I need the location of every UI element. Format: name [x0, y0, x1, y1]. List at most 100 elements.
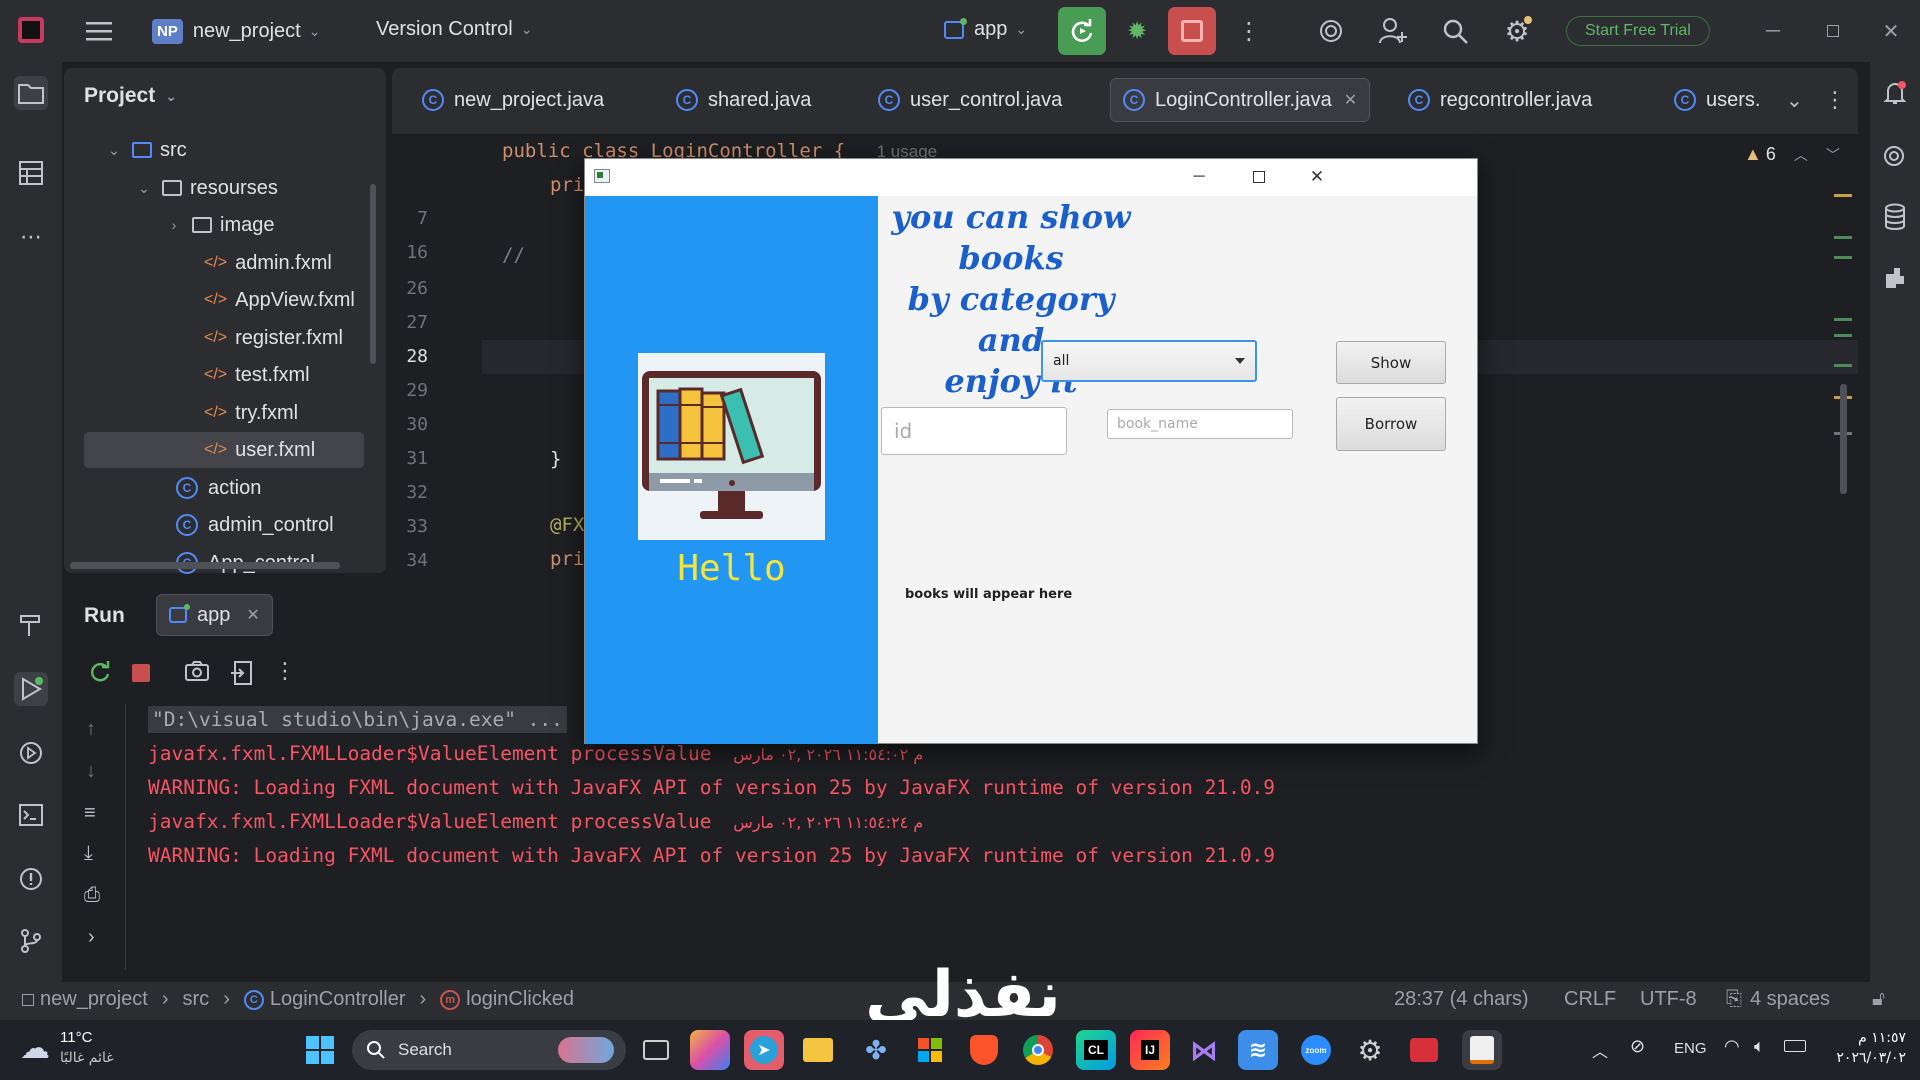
visual-studio-icon[interactable]: ⋈ — [1184, 1030, 1224, 1070]
code-line-33[interactable]: } — [550, 448, 561, 470]
chevron-right-icon[interactable]: › — [88, 926, 95, 949]
tab-users[interactable]: Cusers. — [1662, 78, 1772, 122]
run-tool-icon[interactable] — [14, 672, 48, 706]
git-branch-icon[interactable] — [14, 924, 48, 958]
run-tab-app[interactable]: app ✕ — [156, 594, 273, 636]
breadcrumb-item[interactable]: src — [183, 988, 210, 1011]
more-actions-icon[interactable]: ⋮ — [274, 658, 296, 684]
plugins-icon[interactable] — [1878, 260, 1912, 294]
location-off-icon[interactable]: ⊘ — [1630, 1036, 1645, 1057]
tree-item-src[interactable]: ⌄ src — [104, 134, 187, 166]
code-line-27[interactable]: // — [502, 244, 525, 266]
database-icon[interactable] — [1878, 200, 1912, 234]
scene-builder-icon[interactable]: ≋ — [1238, 1030, 1278, 1070]
vcs-menu[interactable]: Version Control ⌄ — [376, 18, 532, 41]
debug-icon[interactable]: ✹ — [1120, 14, 1154, 48]
caret-position[interactable]: 28:37 (4 chars) — [1394, 988, 1529, 1011]
chevron-up-icon[interactable]: ︿ — [1794, 145, 1808, 165]
add-user-icon[interactable] — [1376, 14, 1410, 48]
category-combobox[interactable]: all — [1041, 340, 1257, 382]
restore-window-icon[interactable] — [1818, 16, 1848, 46]
brave-browser-icon[interactable] — [964, 1030, 1004, 1070]
notifications-bell-icon[interactable] — [1878, 76, 1912, 110]
structure-icon[interactable] — [14, 156, 48, 190]
tab-user-control-java[interactable]: Cuser_control.java — [866, 78, 1074, 122]
stop-button[interactable] — [1168, 7, 1216, 55]
tree-item-image[interactable]: › image — [164, 209, 275, 241]
more-actions-icon[interactable]: ⋮ — [1234, 16, 1264, 46]
terminal-icon[interactable] — [14, 798, 48, 832]
volume-icon[interactable]: 🔈︎ — [1754, 1036, 1765, 1057]
tree-item-admin-fxml[interactable]: </> admin.fxml — [204, 247, 332, 279]
line-separator[interactable]: CRLF — [1564, 988, 1616, 1011]
tab-options-icon[interactable]: ⋮ — [1812, 78, 1858, 122]
language-indicator[interactable]: ENG — [1674, 1040, 1707, 1057]
services-icon[interactable] — [14, 736, 48, 770]
tab-login-controller-java[interactable]: C LoginController.java ✕ — [1110, 78, 1371, 122]
start-free-trial-button[interactable]: Start Free Trial — [1566, 16, 1710, 46]
book-name-input[interactable]: book_name — [1107, 409, 1293, 439]
breadcrumb-item[interactable]: LoginController — [270, 988, 406, 1011]
ai-chat-icon[interactable] — [1878, 140, 1912, 174]
breadcrumb-item[interactable]: new_project — [40, 988, 148, 1011]
tree-item-appview-fxml[interactable]: </> AppView.fxml — [204, 284, 355, 316]
file-explorer-icon[interactable] — [798, 1030, 838, 1070]
tree-item-user-fxml[interactable]: </> user.fxml — [204, 434, 315, 466]
tree-item-admin-control[interactable]: C admin_control — [176, 509, 334, 541]
project-panel-header[interactable]: Project ⌄ — [84, 84, 177, 108]
battery-icon[interactable] — [1784, 1040, 1806, 1052]
inspection-widget[interactable]: ▲ 6 ︿ ﹀ — [1744, 144, 1840, 165]
camera-icon[interactable] — [184, 660, 210, 686]
tab-shared-java[interactable]: Cshared.java — [664, 78, 823, 122]
search-icon[interactable] — [1438, 14, 1472, 48]
tree-horizontal-scrollbar[interactable] — [70, 562, 340, 569]
close-tab-icon[interactable]: ✕ — [246, 605, 259, 625]
main-menu-icon[interactable] — [84, 16, 114, 46]
chevron-up-icon[interactable]: ︿ — [1592, 1038, 1608, 1062]
tree-item-resourses[interactable]: ⌄ resourses — [134, 172, 278, 204]
tab-regcontroller-java[interactable]: Cregcontroller.java — [1396, 78, 1604, 122]
clock[interactable]: ١١:٥٧ م ٢٠٢٦/٠٣/٠٢ — [1826, 1028, 1906, 1068]
tree-item-test-fxml[interactable]: </> test.fxml — [204, 359, 310, 391]
windows-start-icon[interactable] — [300, 1030, 340, 1070]
chevron-down-icon[interactable]: ﹀ — [1826, 145, 1840, 165]
chrome-icon[interactable] — [1018, 1030, 1058, 1070]
intellij-taskbar-icon[interactable]: IJ — [1130, 1030, 1170, 1070]
tab-new-project-java[interactable]: Cnew_project.java — [410, 78, 616, 122]
rerun-button[interactable] — [1058, 7, 1106, 55]
fx-maximize-icon[interactable] — [1247, 165, 1271, 189]
code-line-35[interactable]: @FX — [550, 514, 584, 536]
scroll-to-end-icon[interactable]: ⤓ — [84, 842, 93, 865]
editor-scrollbar[interactable] — [1840, 384, 1847, 494]
minimize-window-icon[interactable]: ─ — [1758, 16, 1788, 46]
project-folder-icon[interactable] — [14, 76, 48, 110]
indent-setting[interactable]: ⎘ 4 spaces — [1726, 988, 1830, 1011]
task-view-icon[interactable] — [636, 1030, 676, 1070]
exit-icon[interactable] — [230, 660, 254, 686]
wifi-icon[interactable]: ◠ — [1724, 1036, 1740, 1057]
clion-icon[interactable]: CL — [1076, 1030, 1116, 1070]
weather-widget[interactable]: ☁ 11°C غائم غالبًا — [20, 1028, 114, 1068]
show-button[interactable]: Show — [1336, 341, 1446, 384]
tree-item-action[interactable]: C action — [176, 472, 261, 504]
tree-item-try-fxml[interactable]: </> try.fxml — [204, 397, 298, 429]
close-window-icon[interactable]: ✕ — [1876, 16, 1906, 46]
telegram-icon[interactable]: ➤ — [744, 1030, 784, 1070]
settings-gear-icon[interactable]: ⚙ — [1500, 14, 1534, 48]
close-tab-icon[interactable]: ✕ — [1344, 90, 1357, 110]
red-app-icon[interactable] — [1404, 1030, 1444, 1070]
microsoft-store-icon[interactable] — [910, 1030, 950, 1070]
taskbar-search[interactable]: Search — [352, 1030, 626, 1070]
code-line-36[interactable]: pri — [550, 548, 584, 570]
run-config-selector[interactable]: app ⌄ — [944, 17, 1027, 41]
print-icon[interactable]: ⎙ — [84, 884, 100, 907]
tree-item-register-fxml[interactable]: </> register.fxml — [204, 322, 343, 354]
ai-assistant-icon[interactable] — [1314, 14, 1348, 48]
build-hammer-icon[interactable] — [14, 608, 48, 642]
fx-minimize-icon[interactable]: ─ — [1187, 165, 1211, 189]
copilot-icon[interactable] — [690, 1030, 730, 1070]
read-only-lock-icon[interactable]: 🔓︎ — [1872, 988, 1885, 1011]
stop-icon[interactable] — [132, 664, 150, 682]
console-command-line[interactable]: "D:\visual studio\bin\java.exe" ... — [148, 706, 567, 733]
problems-icon[interactable] — [14, 862, 48, 896]
